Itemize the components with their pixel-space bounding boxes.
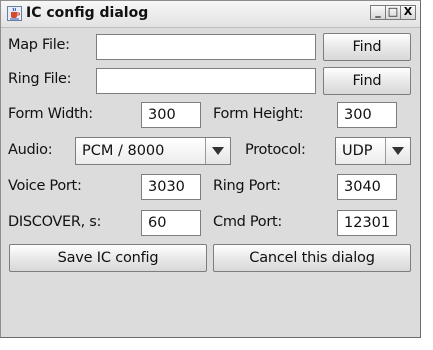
triangle-down-icon bbox=[212, 147, 224, 155]
ring-file-label: Ring File: bbox=[8, 71, 72, 87]
ring-port-label: Ring Port: bbox=[213, 178, 281, 194]
protocol-combo[interactable]: UDP bbox=[335, 137, 411, 165]
ring-port-field[interactable] bbox=[337, 174, 397, 200]
ic-config-dialog: IC config dialog _ □ X Map File: Find Ri… bbox=[0, 0, 421, 338]
voice-port-field[interactable] bbox=[141, 174, 201, 200]
voice-port-label: Voice Port: bbox=[8, 178, 82, 194]
cmd-port-field[interactable] bbox=[337, 210, 397, 236]
minimize-button[interactable]: _ bbox=[370, 5, 386, 20]
cancel-dialog-button[interactable]: Cancel this dialog bbox=[213, 244, 411, 272]
protocol-label: Protocol: bbox=[245, 142, 306, 158]
maximize-button[interactable]: □ bbox=[385, 5, 401, 20]
form-width-label: Form Width: bbox=[8, 106, 93, 122]
find-map-button[interactable]: Find bbox=[323, 33, 411, 61]
form-height-field[interactable] bbox=[337, 102, 397, 128]
protocol-combo-value: UDP bbox=[342, 143, 373, 159]
discover-field[interactable] bbox=[141, 210, 201, 236]
window-title: IC config dialog bbox=[26, 5, 149, 21]
save-config-button[interactable]: Save IC config bbox=[9, 244, 207, 272]
discover-label: DISCOVER, s: bbox=[8, 214, 102, 230]
title-bar[interactable]: IC config dialog _ □ X bbox=[1, 1, 420, 28]
close-button[interactable]: X bbox=[400, 5, 416, 20]
map-file-field[interactable] bbox=[96, 34, 316, 60]
find-ring-button[interactable]: Find bbox=[323, 67, 411, 95]
audio-label: Audio: bbox=[8, 142, 53, 158]
audio-combo-value: PCM / 8000 bbox=[82, 143, 165, 159]
ring-file-field[interactable] bbox=[96, 68, 316, 94]
audio-dropdown-button[interactable] bbox=[205, 138, 230, 164]
cmd-port-label: Cmd Port: bbox=[213, 214, 282, 230]
form-width-field[interactable] bbox=[141, 102, 201, 128]
form-height-label: Form Height: bbox=[213, 106, 304, 122]
protocol-dropdown-button[interactable] bbox=[385, 138, 410, 164]
audio-combo[interactable]: PCM / 8000 bbox=[75, 137, 231, 165]
map-file-label: Map File: bbox=[8, 37, 70, 53]
triangle-down-icon bbox=[392, 147, 404, 155]
java-cup-icon bbox=[7, 6, 22, 21]
